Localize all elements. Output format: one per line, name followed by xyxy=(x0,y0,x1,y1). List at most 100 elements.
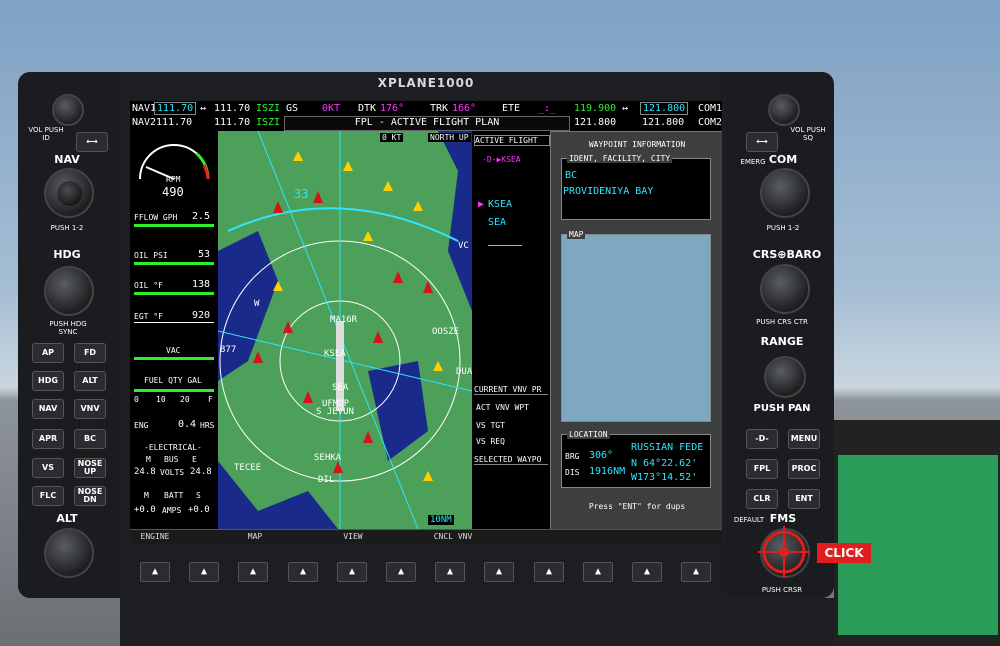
wpt-title: WAYPOINT INFORMATION xyxy=(588,140,686,149)
softkey-button[interactable]: ▲ xyxy=(386,562,416,582)
bus-m: M xyxy=(146,455,151,464)
com-knob[interactable] xyxy=(760,168,810,218)
oil-temp-label: OIL °F xyxy=(134,281,163,290)
vnv-button[interactable]: VNV xyxy=(74,399,106,419)
softkey-button[interactable]: ▲ xyxy=(435,562,465,582)
softkey-button[interactable]: ▲ xyxy=(288,562,318,582)
fms-label: FMS xyxy=(769,512,797,525)
fuel-bar xyxy=(134,389,214,392)
nav2-standby[interactable]: 111.70 xyxy=(214,117,250,128)
softkey-button[interactable]: ▲ xyxy=(583,562,613,582)
map-label: W xyxy=(254,299,260,309)
clr-button[interactable]: CLR xyxy=(746,489,778,509)
nav1-standby[interactable]: 111.70 xyxy=(214,103,250,114)
alt-button[interactable]: ALT xyxy=(74,371,106,391)
longitude: W173°14.52' xyxy=(631,472,698,483)
map-label: DIL xyxy=(318,475,335,485)
fpl-button[interactable]: FPL xyxy=(746,459,778,479)
pan-label: PUSH PAN xyxy=(753,403,811,414)
softkey-button[interactable]: ▲ xyxy=(681,562,711,582)
apr-button[interactable]: APR xyxy=(32,429,64,449)
softkey-button[interactable]: ▲ xyxy=(632,562,662,582)
proc-button[interactable]: PROC xyxy=(788,459,820,479)
range-label: RANGE xyxy=(760,335,804,348)
vol-sq-knob[interactable] xyxy=(768,94,800,126)
vac-bar xyxy=(134,357,214,360)
fpl-waypoint[interactable]: SEA xyxy=(488,217,506,228)
ap-button[interactable]: AP xyxy=(32,343,64,363)
gs-label: GS xyxy=(286,103,299,114)
active-leg[interactable]: -D-▶KSEA xyxy=(482,155,521,164)
egt-label: EGT °F xyxy=(134,312,163,321)
volts-unit: VOLTS xyxy=(160,468,185,477)
batt-label: BATT xyxy=(164,491,184,500)
volts-m: 24.8 xyxy=(134,467,156,477)
softkey-map[interactable]: MAP xyxy=(230,532,280,541)
softkey-button[interactable]: ▲ xyxy=(238,562,268,582)
com-swap-button[interactable]: ⟷ xyxy=(746,132,778,152)
vs-button[interactable]: VS xyxy=(32,458,64,478)
softkey-button[interactable]: ▲ xyxy=(140,562,170,582)
direct-to-button[interactable]: -D- xyxy=(746,429,778,449)
hdg-label: HDG xyxy=(53,248,81,261)
oil-temp-bar xyxy=(134,292,214,295)
com2-standby[interactable]: 121.800 xyxy=(642,117,684,128)
trk-label: TRK xyxy=(430,103,449,114)
selected-waypoint-header: SELECTED WAYPO xyxy=(474,455,548,465)
softkey-button[interactable]: ▲ xyxy=(189,562,219,582)
gs-value: 0KT xyxy=(322,103,341,114)
vnv-header: CURRENT VNV PR xyxy=(474,385,548,395)
bc-button[interactable]: BC xyxy=(74,429,106,449)
softkey-button[interactable]: ▲ xyxy=(337,562,367,582)
softkey-button[interactable]: ▲ xyxy=(534,562,564,582)
navigation-map[interactable]: 0 KT NORTH UP 10NM MA16R KSEA SEA UFMDP … xyxy=(218,131,472,529)
fpl-waypoint[interactable]: KSEA xyxy=(488,199,512,210)
ent-button[interactable]: ENT xyxy=(788,489,820,509)
hdg-button[interactable]: HDG xyxy=(32,371,64,391)
fpl-empty-slot[interactable] xyxy=(488,245,522,246)
nose-up-button[interactable]: NOSE UP xyxy=(74,458,106,478)
flc-button[interactable]: FLC xyxy=(32,486,64,506)
softkey-cncl-vnv[interactable]: CNCL VNV xyxy=(428,532,478,541)
amps-m: +0.0 xyxy=(134,505,156,515)
nav-button[interactable]: NAV xyxy=(32,399,64,419)
lower-instrument-panel xyxy=(120,598,834,646)
eng-hours-value: 0.4 xyxy=(178,419,197,430)
vol-id-knob[interactable] xyxy=(52,94,84,126)
push-crsr-label: PUSH CRSR xyxy=(761,586,803,594)
fd-button[interactable]: FD xyxy=(74,343,106,363)
nav1-active[interactable]: 111.70 xyxy=(154,102,197,115)
menu-button[interactable]: MENU xyxy=(788,429,820,449)
nav-swap-button[interactable]: ⟷ xyxy=(76,132,108,152)
map-orientation[interactable]: NORTH UP xyxy=(428,133,471,142)
amps-s: +0.0 xyxy=(188,505,210,515)
eng-hours-label: ENG xyxy=(134,421,149,430)
wpt-map xyxy=(561,234,711,422)
range-pan-joystick[interactable] xyxy=(764,356,806,398)
com2-active[interactable]: 121.800 xyxy=(574,117,616,128)
softkey-button[interactable]: ▲ xyxy=(484,562,514,582)
fflow-value: 2.5 xyxy=(192,211,211,222)
nav-inner-knob[interactable] xyxy=(57,181,83,207)
hdg-knob[interactable] xyxy=(44,266,94,316)
alt-knob[interactable] xyxy=(44,528,94,578)
nose-dn-button[interactable]: NOSE DN xyxy=(74,486,106,506)
ident-input[interactable]: BC xyxy=(565,170,577,181)
fuel-tick-0: 0 xyxy=(134,395,139,404)
com1-active[interactable]: 119.900 xyxy=(574,103,616,114)
softkey-view[interactable]: VIEW xyxy=(328,532,378,541)
fflow-bar xyxy=(134,224,214,227)
alt-label: ALT xyxy=(56,512,78,525)
nav-knob[interactable] xyxy=(44,168,94,218)
leg-active-arrow-icon: ▶ xyxy=(478,199,485,210)
map-label: KSEA xyxy=(324,349,346,359)
nav2-active[interactable]: 111.70 xyxy=(156,117,192,128)
nav-label: NAV xyxy=(54,153,80,166)
vac-label: VAC xyxy=(166,346,181,355)
ident-header: IDENT, FACILITY, CITY xyxy=(567,154,673,163)
com1-standby[interactable]: 121.800 xyxy=(640,102,689,115)
com-label: COM xyxy=(768,153,798,166)
softkey-engine[interactable]: ENGINE xyxy=(130,532,180,541)
push-12-label: PUSH 1-2 xyxy=(50,224,84,232)
crs-baro-knob[interactable] xyxy=(760,264,810,314)
